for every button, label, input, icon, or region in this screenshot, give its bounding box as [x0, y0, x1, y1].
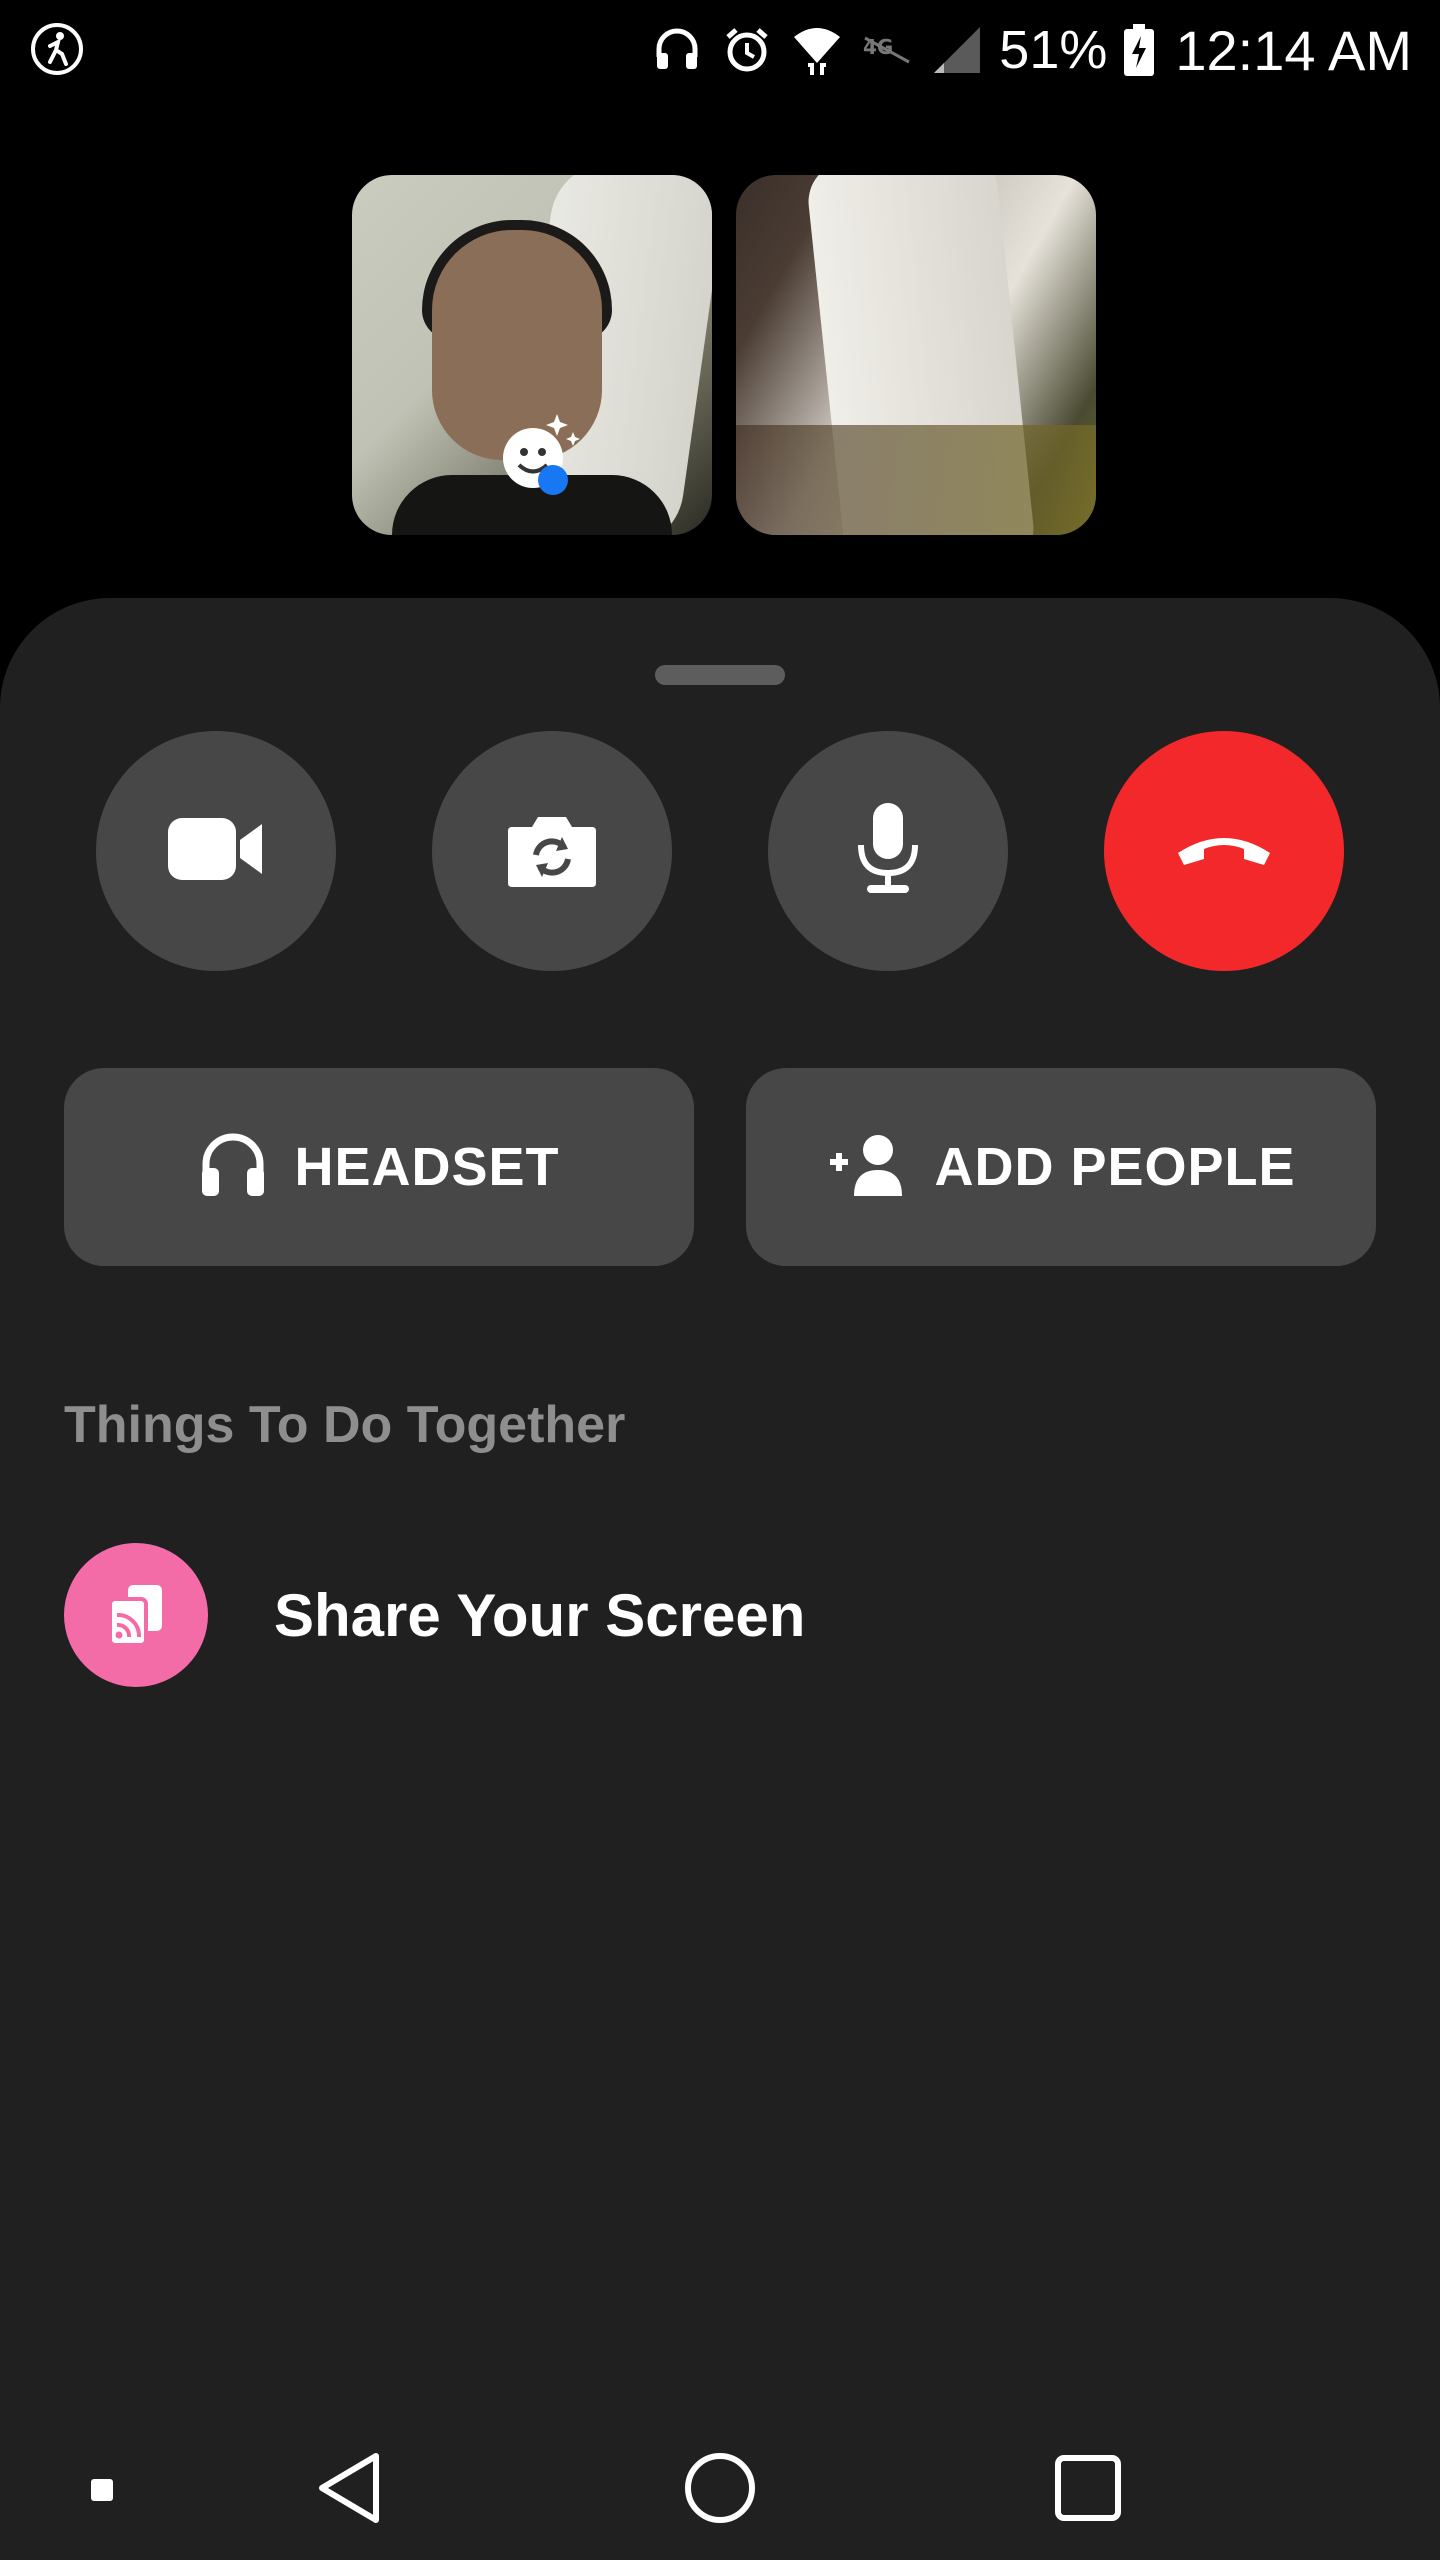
- headset-icon: [649, 22, 705, 78]
- remote-video-tile[interactable]: [736, 175, 1096, 535]
- lte-icon: 4G: [859, 22, 915, 78]
- video-icon: [166, 814, 266, 889]
- back-icon[interactable]: [310, 2440, 390, 2536]
- alarm-icon: [719, 22, 775, 78]
- microphone-icon: [853, 801, 923, 902]
- status-bar: 4G 51% 12:14 AM: [0, 0, 1440, 100]
- wifi-icon: [789, 22, 845, 78]
- sheet-drag-handle[interactable]: [655, 665, 785, 685]
- overview-icon[interactable]: [1048, 2440, 1128, 2536]
- share-screen-item[interactable]: Share Your Screen: [64, 1542, 805, 1688]
- end-call-icon: [1174, 829, 1274, 874]
- share-screen-icon: [64, 1543, 208, 1687]
- status-icons: 4G 51% 12:14 AM: [649, 14, 1412, 86]
- remote-video-shade: [736, 425, 1096, 535]
- headset-label: HEADSET: [294, 1137, 560, 1197]
- video-toggle-button[interactable]: [96, 731, 336, 971]
- signal-icon: [929, 22, 985, 78]
- effects-icon[interactable]: [495, 410, 585, 500]
- battery-percent: 51%: [999, 20, 1108, 80]
- headset-button[interactable]: HEADSET: [64, 1068, 694, 1266]
- section-title: Things To Do Together: [64, 1396, 626, 1454]
- battery-charging-icon: [1121, 22, 1157, 78]
- share-screen-label: Share Your Screen: [274, 1581, 806, 1649]
- status-time: 12:14 AM: [1175, 18, 1412, 82]
- recent-dot-icon[interactable]: [78, 2466, 126, 2514]
- call-screen: 4G 51% 12:14 AM HEADSET ADD PEOPLE Thing…: [0, 0, 1440, 2560]
- mute-button[interactable]: [768, 731, 1008, 971]
- add-person-icon: [826, 1132, 908, 1203]
- add-people-button[interactable]: ADD PEOPLE: [746, 1068, 1376, 1266]
- add-people-label: ADD PEOPLE: [934, 1137, 1296, 1197]
- headset-icon: [198, 1130, 268, 1205]
- end-call-button[interactable]: [1104, 731, 1344, 971]
- system-nav-bar: [0, 2400, 1440, 2560]
- activity-icon: [28, 20, 86, 78]
- switch-camera-button[interactable]: [432, 731, 672, 971]
- camera-switch-icon: [506, 809, 598, 894]
- home-icon[interactable]: [680, 2440, 760, 2536]
